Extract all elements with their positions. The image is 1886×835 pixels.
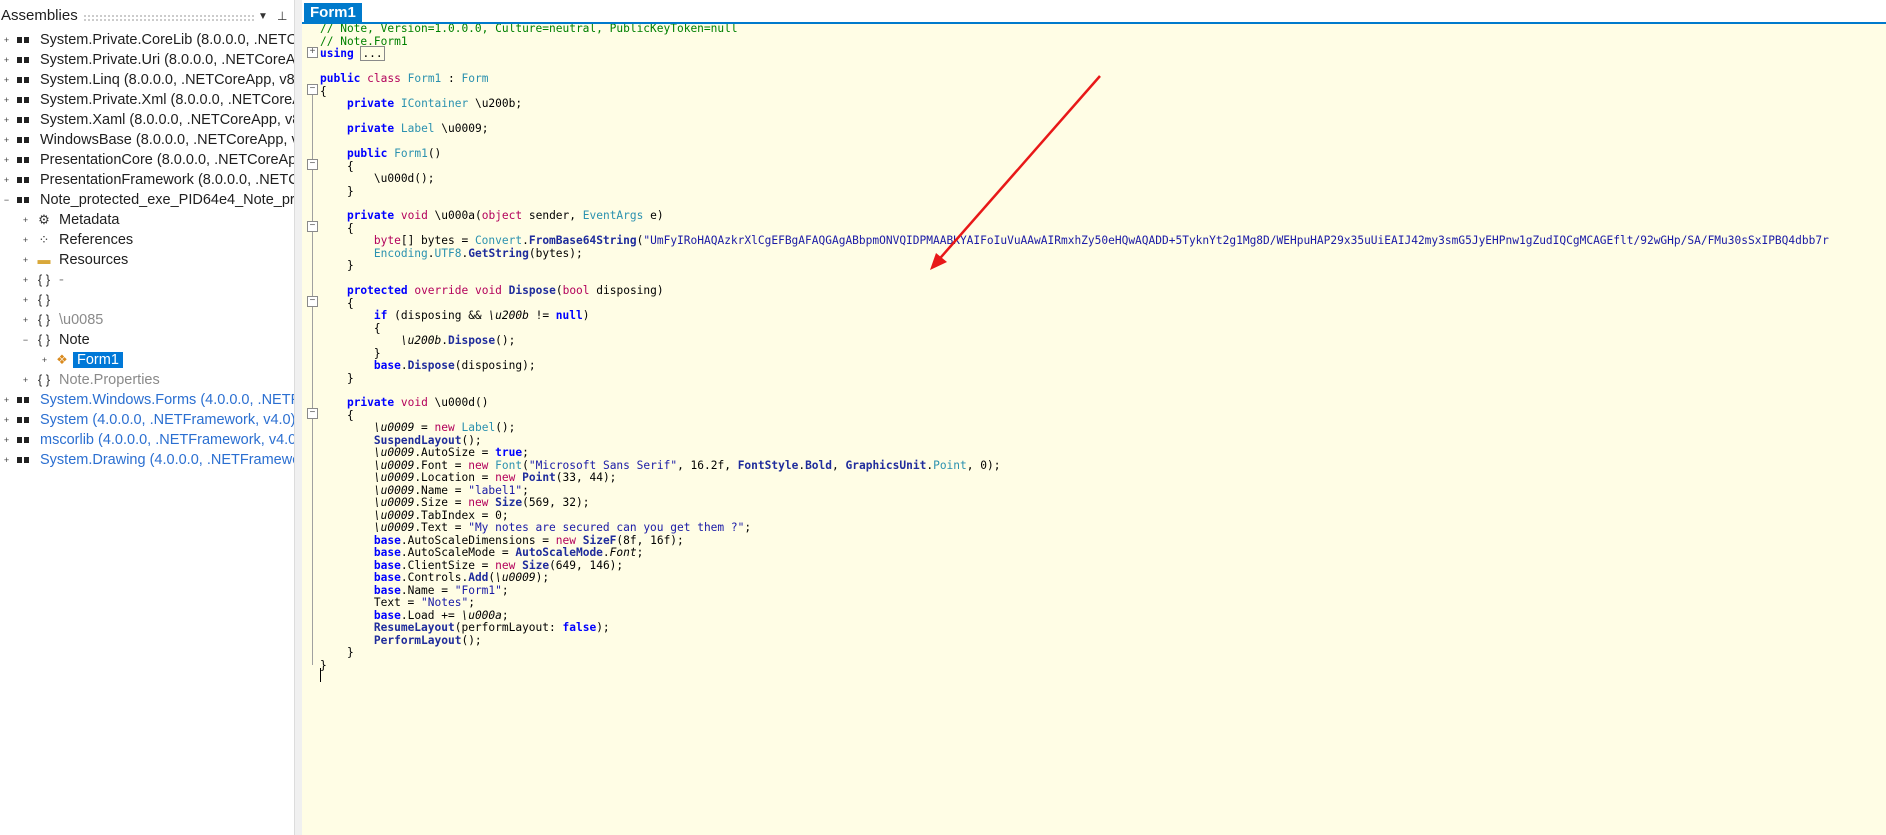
folder-icon: ▬ [37,252,51,267]
tree-item-assembly-expanded[interactable]: − Note_protected_exe_PID64e4_Note_pr [0,191,294,211]
expand-icon[interactable]: + [21,376,30,385]
assembly-icon [17,156,29,165]
assembly-icon [17,116,29,125]
tree-item-assembly[interactable]: + WindowsBase (8.0.0.0, .NETCoreApp, v8 [0,131,294,151]
expand-icon[interactable]: + [40,356,49,365]
namespace-icon: { } [37,332,51,347]
tree-item-label: System.Windows.Forms (4.0.0.0, .NETFr [40,392,294,408]
tree-item-label: Metadata [59,212,120,228]
tree-item-label: \u0085 [59,312,104,328]
expand-icon[interactable]: + [2,416,11,425]
tree-item-assembly[interactable]: + System.Xaml (8.0.0.0, .NETCoreApp, v8. [0,111,294,131]
expand-icon[interactable]: + [2,396,11,405]
collapse-icon[interactable]: − [21,336,30,345]
assembly-icon [17,36,29,45]
tree-item-label: System.Drawing (4.0.0.0, .NETFramewo [40,452,294,468]
tree-item-label: System.Private.Uri (8.0.0.0, .NETCoreAp [40,52,294,68]
namespace-icon: { } [37,372,51,387]
tree-item-assembly[interactable]: + System.Linq (8.0.0.0, .NETCoreApp, v8.… [0,71,294,91]
expand-icon[interactable]: + [21,256,30,265]
collapse-icon[interactable]: − [2,196,11,205]
expand-icon[interactable]: + [21,236,30,245]
expand-icon[interactable]: + [2,36,11,45]
tree-item-resources[interactable]: + ▬ Resources [0,251,294,271]
tree-item-metadata[interactable]: + ⚙ Metadata [0,211,294,231]
tree-item-namespace[interactable]: + { } \u0085 [0,311,294,331]
tree-item-class-form1[interactable]: + ❖ Form1 [0,351,294,371]
tree-item-label: Note.Properties [59,372,160,388]
assembly-icon [17,176,29,185]
assemblies-panel: Assemblies ▼ ⊥ + System.Private.CoreLib … [0,0,294,835]
tree-item-assembly[interactable]: + System.Private.CoreLib (8.0.0.0, .NETC… [0,31,294,51]
tree-item-references[interactable]: + ⁘ References [0,231,294,251]
arrow-head [930,253,947,270]
expand-icon[interactable]: + [2,436,11,445]
assembly-icon [17,416,29,425]
tree-item-namespace[interactable]: + { } - [0,271,294,291]
chevron-down-icon[interactable]: ▼ [258,11,268,22]
expand-icon[interactable]: + [2,96,11,105]
panel-drag-grip[interactable] [83,14,255,21]
tree-item-label: - [59,272,64,288]
assembly-icon [17,196,29,205]
tree-item-assembly[interactable]: + System.Drawing (4.0.0.0, .NETFramewo [0,451,294,471]
expand-icon[interactable]: + [2,156,11,165]
assembly-icon [17,76,29,85]
tree-item-assembly[interactable]: + mscorlib (4.0.0.0, .NETFramework, v4.0… [0,431,294,451]
tree-item-label: Form1 [73,352,123,368]
tree-item-label: System.Linq (8.0.0.0, .NETCoreApp, v8.0 [40,72,294,88]
expand-icon[interactable]: + [21,296,30,305]
expand-icon[interactable]: + [2,456,11,465]
tree-item-label: System.Private.Xml (8.0.0.0, .NETCoreAp [40,92,294,108]
assemblies-panel-header: Assemblies ▼ ⊥ [0,5,294,27]
tree-item-label: Resources [59,252,129,268]
namespace-icon: { } [37,292,51,307]
namespace-icon: { } [37,272,51,287]
assembly-icon [17,456,29,465]
assemblies-panel-title: Assemblies [1,7,78,24]
annotation-arrow [930,75,1101,270]
tree-item-namespace[interactable]: + { } Note.Properties [0,371,294,391]
code-editor[interactable]: + − − − − − // Note, Version=1.0.0.0, Cu… [302,24,1886,835]
tree-item-label: WindowsBase (8.0.0.0, .NETCoreApp, v8 [40,132,294,148]
arrow-shaft [934,75,1101,265]
tree-item-assembly[interactable]: + PresentationFramework (8.0.0.0, .NETCo [0,171,294,191]
editor-tab-bar: Form1 [302,0,1886,24]
assembly-icon [17,436,29,445]
assembly-icon [17,396,29,405]
expand-icon[interactable]: + [21,316,30,325]
tab-form1[interactable]: Form1 [304,3,362,23]
tree-item-assembly[interactable]: + PresentationCore (8.0.0.0, .NETCoreApp [0,151,294,171]
expand-icon[interactable]: + [2,176,11,185]
tree-item-namespace-note[interactable]: − { } Note [0,331,294,351]
tree-item-assembly[interactable]: + System.Windows.Forms (4.0.0.0, .NETFr [0,391,294,411]
tree-item-assembly[interactable]: + System (4.0.0.0, .NETFramework, v4.0) [0,411,294,431]
tree-item-label: System.Xaml (8.0.0.0, .NETCoreApp, v8. [40,112,294,128]
tree-item-label: Note_protected_exe_PID64e4_Note_pr [40,192,294,208]
class-icon: ❖ [56,352,68,367]
assembly-icon [17,136,29,145]
namespace-icon: { } [37,312,51,327]
expand-icon[interactable]: + [2,136,11,145]
references-icon: ⁘ [38,232,50,247]
tree-item-label: PresentationFramework (8.0.0.0, .NETCo [40,172,294,188]
tree-item-namespace[interactable]: + { } [0,291,294,311]
tree-item-label: System (4.0.0.0, .NETFramework, v4.0) [40,412,294,428]
assembly-icon [17,56,29,65]
expand-icon[interactable]: + [2,76,11,85]
expand-icon[interactable]: + [21,216,30,225]
tree-item-assembly[interactable]: + System.Private.Uri (8.0.0.0, .NETCoreA… [0,51,294,71]
tree-item-assembly[interactable]: + System.Private.Xml (8.0.0.0, .NETCoreA… [0,91,294,111]
pin-icon[interactable]: ⊥ [277,9,287,23]
tree-item-label: System.Private.CoreLib (8.0.0.0, .NETCo [40,32,294,48]
expand-icon[interactable]: + [21,276,30,285]
expand-icon[interactable]: + [2,56,11,65]
tree-item-label: References [59,232,134,248]
assembly-icon [17,96,29,105]
metadata-icon: ⚙ [38,212,50,227]
expand-icon[interactable]: + [2,116,11,125]
tree-item-label: PresentationCore (8.0.0.0, .NETCoreApp [40,152,294,168]
tree-item-label: mscorlib (4.0.0.0, .NETFramework, v4.0) [40,432,294,448]
tree-item-label: Note [59,332,90,348]
